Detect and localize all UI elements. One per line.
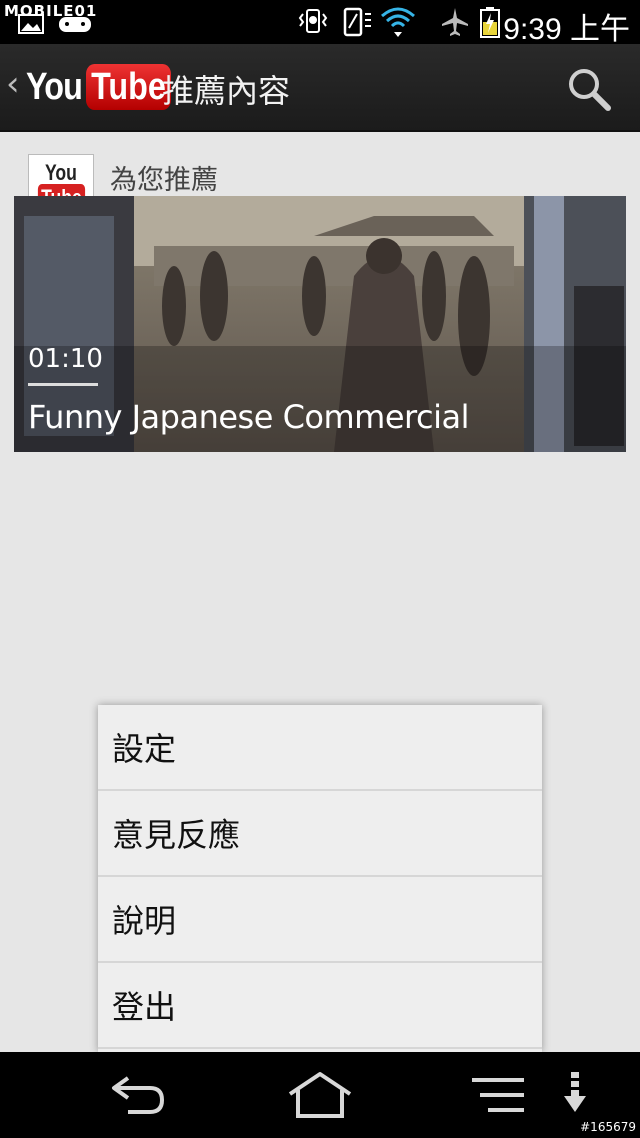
page-title: 推薦內容 bbox=[162, 72, 291, 110]
menu-item-feedback[interactable]: 意見反應 bbox=[98, 791, 542, 877]
airplane-mode-icon bbox=[442, 8, 468, 36]
watermark-id: #165679 bbox=[580, 1120, 636, 1134]
download-icon[interactable] bbox=[560, 1070, 590, 1120]
menu-item-settings[interactable]: 設定 bbox=[98, 705, 542, 791]
menu-item-help[interactable]: 說明 bbox=[98, 877, 542, 963]
game-controller-icon bbox=[59, 17, 91, 32]
duration-underline bbox=[28, 383, 98, 386]
menu-icon[interactable] bbox=[470, 1070, 526, 1120]
action-bar: ‹ You Tube 推薦內容 bbox=[0, 44, 640, 132]
home-icon[interactable] bbox=[286, 1070, 354, 1120]
vibrate-alarm-icon bbox=[298, 9, 328, 33]
video-duration: 01:10 bbox=[28, 344, 103, 374]
section-logo-you: You bbox=[45, 160, 77, 185]
logo-you-text: You bbox=[26, 65, 83, 108]
chevron-left-icon[interactable]: ‹ bbox=[6, 64, 20, 104]
section-label: 為您推薦 bbox=[110, 165, 218, 196]
status-clock: 9:39 上午 bbox=[503, 13, 630, 46]
back-icon[interactable] bbox=[108, 1070, 168, 1120]
search-icon[interactable] bbox=[566, 66, 612, 112]
wifi-icon bbox=[381, 7, 415, 37]
gallery-notification-icon bbox=[18, 14, 44, 34]
video-title[interactable]: Funny Japanese Commercial bbox=[28, 398, 469, 436]
menu-item-sign-out[interactable]: 登出 bbox=[98, 963, 542, 1049]
options-menu: 設定 意見反應 說明 登出 bbox=[98, 705, 542, 1052]
screen-rotation-icon bbox=[343, 7, 371, 37]
logo-tube-text: Tube bbox=[85, 64, 171, 110]
navigation-bar bbox=[0, 1052, 640, 1138]
status-bar: MOBILE01 9:39 上午 bbox=[0, 0, 640, 46]
battery-charging-icon bbox=[480, 7, 500, 38]
